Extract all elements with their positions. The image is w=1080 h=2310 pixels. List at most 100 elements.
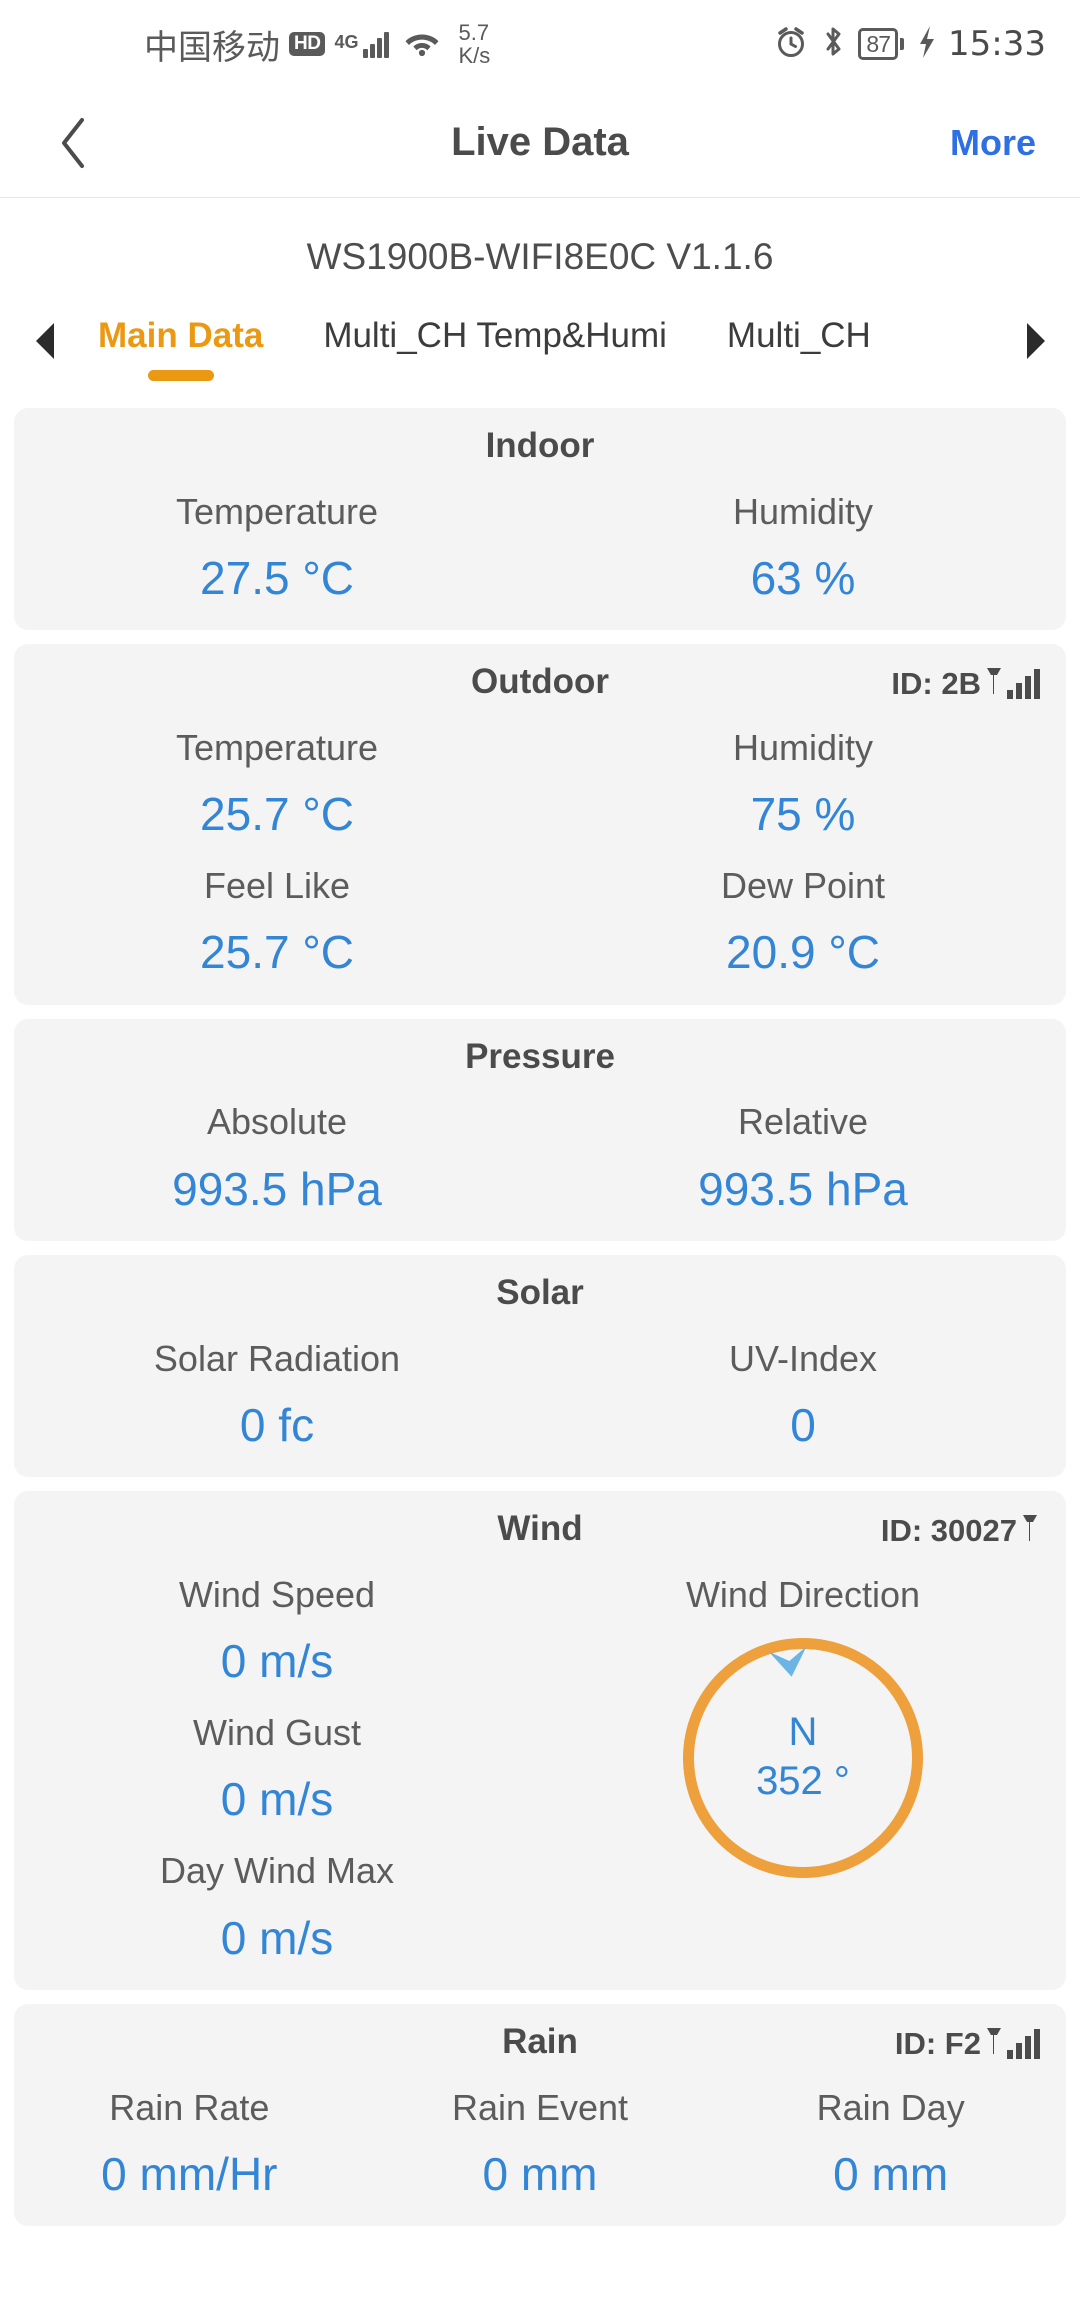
antenna-icon bbox=[984, 2024, 1004, 2064]
tab-multi-ch-temp-humi-label: Multi_CH Temp&Humi bbox=[323, 316, 667, 355]
metric-value: 20.9 °C bbox=[726, 926, 880, 979]
card-pressure-metrics: Absolute 993.5 hPa Relative 993.5 hPa bbox=[14, 1078, 1066, 1216]
device-name-label: WS1900B-WIFI8E0C V1.1.6 bbox=[306, 236, 774, 277]
alarm-clock-icon bbox=[774, 25, 808, 64]
tab-scroll-right-button[interactable] bbox=[1012, 308, 1058, 362]
status-bar-right: 87 15:33 bbox=[774, 24, 1046, 65]
metric-value: 0 fc bbox=[239, 1398, 315, 1451]
compass-readout: N 352 ° bbox=[683, 1711, 923, 1805]
hd-badge-icon: HD bbox=[289, 32, 326, 56]
tab-inactive-indicator bbox=[462, 370, 528, 381]
metric-rain-event: Rain Event 0 mm bbox=[365, 2064, 716, 2202]
metric-label: Rain Day bbox=[816, 2086, 965, 2128]
metric-label: Day Wind Max bbox=[159, 1850, 395, 1892]
wind-direction-degrees: 352 ° bbox=[756, 1758, 850, 1803]
tab-multi-ch-temp-humi[interactable]: Multi_CH Temp&Humi bbox=[293, 308, 697, 381]
back-button[interactable] bbox=[44, 113, 104, 173]
metric-pressure-absolute: Absolute 993.5 hPa bbox=[14, 1078, 540, 1216]
metric-label: Solar Radiation bbox=[153, 1337, 401, 1379]
metric-label: Absolute bbox=[206, 1101, 348, 1143]
metric-label: Temperature bbox=[175, 490, 379, 532]
metric-outdoor-humidity: Humidity 75 % bbox=[540, 704, 1066, 842]
sensor-signal-icon bbox=[1007, 669, 1040, 700]
page-title: Live Data bbox=[451, 120, 629, 164]
metric-label: Feel Like bbox=[203, 865, 351, 907]
triangle-left-icon bbox=[36, 323, 54, 359]
card-solar-metrics: Solar Radiation 0 fc UV-Index 0 bbox=[14, 1315, 1066, 1453]
wind-direction-label: Wind Direction bbox=[685, 1573, 921, 1615]
cellular-signal-icon bbox=[363, 30, 390, 58]
data-speed-unit: K/s bbox=[458, 43, 491, 68]
card-wind: Wind ID: 30027 Wind Speed 0 m/s Wind Gus… bbox=[14, 1490, 1066, 1990]
tab-active-indicator bbox=[147, 370, 214, 381]
battery-percent-label: 87 bbox=[858, 27, 899, 61]
card-outdoor: Outdoor ID: 2B Temperature 25.7 °C Humid… bbox=[14, 644, 1066, 1005]
card-outdoor-metrics-row-1: Temperature 25.7 °C Humidity 75 % bbox=[14, 704, 1066, 842]
metric-value: 0 bbox=[790, 1398, 816, 1451]
metric-rain-day: Rain Day 0 mm bbox=[715, 2064, 1066, 2202]
sensor-id-label: ID: 30027 bbox=[880, 1512, 1017, 1548]
chevron-left-icon bbox=[62, 117, 84, 168]
card-pressure: Pressure Absolute 993.5 hPa Relative 993… bbox=[14, 1018, 1066, 1241]
antenna-icon bbox=[984, 664, 1004, 704]
tab-main-data[interactable]: Main Data bbox=[68, 308, 293, 381]
metric-label: Wind Speed bbox=[178, 1573, 376, 1615]
metric-uv-index: UV-Index 0 bbox=[540, 1315, 1066, 1453]
metric-value: 63 % bbox=[750, 551, 856, 604]
battery-tip bbox=[900, 37, 905, 50]
card-rain: Rain ID: F2 Rain Rate 0 mm/Hr Rain Event… bbox=[14, 2003, 1066, 2226]
metric-label: Relative bbox=[737, 1101, 869, 1143]
clock-time-label: 15:33 bbox=[948, 24, 1046, 64]
metric-indoor-humidity: Humidity 63 % bbox=[540, 468, 1066, 606]
metric-value: 0 m/s bbox=[220, 1773, 334, 1826]
tab-list: Main Data Multi_CH Temp&Humi Multi_CH bbox=[68, 308, 1012, 408]
triangle-right-icon bbox=[1027, 323, 1045, 359]
status-bar-left: 中国移动 HD 4G 5.7 K/s bbox=[144, 20, 490, 69]
sensor-id-label: ID: F2 bbox=[894, 2025, 981, 2061]
card-wind-metrics: Wind Speed 0 m/s Wind Gust 0 m/s Day Win… bbox=[14, 1551, 540, 1966]
card-rain-sensor-id: ID: F2 bbox=[895, 2024, 1040, 2064]
charging-bolt-icon bbox=[916, 24, 938, 65]
metric-value: 0 m/s bbox=[220, 1911, 334, 1964]
metric-label: Humidity bbox=[732, 726, 874, 768]
metric-rain-rate: Rain Rate 0 mm/Hr bbox=[14, 2064, 365, 2202]
card-wind-body: Wind Speed 0 m/s Wind Gust 0 m/s Day Win… bbox=[14, 1551, 1066, 1966]
carrier-label: 中国移动 bbox=[144, 27, 280, 68]
card-indoor: Indoor Temperature 27.5 °C Humidity 63 % bbox=[14, 408, 1066, 631]
tab-multi-ch-label: Multi_CH bbox=[726, 316, 871, 355]
data-speed-indicator: 5.7 K/s bbox=[458, 21, 490, 67]
antenna-icon bbox=[1020, 1511, 1040, 1551]
tab-scroll-left-button[interactable] bbox=[22, 308, 68, 362]
metric-label: Rain Rate bbox=[109, 2086, 270, 2128]
metric-label: Temperature bbox=[175, 726, 379, 768]
sensor-id-label: ID: 2B bbox=[891, 666, 981, 702]
tab-bar: Main Data Multi_CH Temp&Humi Multi_CH bbox=[0, 308, 1080, 408]
tab-main-data-label: Main Data bbox=[98, 316, 264, 355]
wind-direction-section: Wind Direction N 352 ° bbox=[540, 1551, 1066, 1878]
compass-wrapper: N 352 ° bbox=[540, 1637, 1066, 1878]
tab-multi-ch[interactable]: Multi_CH bbox=[697, 308, 901, 381]
card-outdoor-sensor-id: ID: 2B bbox=[891, 664, 1040, 704]
metric-value: 25.7 °C bbox=[200, 788, 354, 841]
metric-value: 25.7 °C bbox=[200, 926, 354, 979]
wind-direction-cardinal: N bbox=[788, 1709, 818, 1754]
metric-label: Rain Event bbox=[451, 2086, 629, 2128]
card-solar-title: Solar bbox=[496, 1272, 584, 1312]
metric-label: Dew Point bbox=[720, 865, 886, 907]
metric-outdoor-temperature: Temperature 25.7 °C bbox=[14, 704, 540, 842]
card-pressure-title: Pressure bbox=[465, 1036, 615, 1076]
status-bar: 中国移动 HD 4G 5.7 K/s 87 15:33 bbox=[0, 0, 1080, 88]
metric-label: Wind Gust bbox=[192, 1712, 362, 1753]
metric-outdoor-dew-point: Dew Point 20.9 °C bbox=[540, 842, 1066, 980]
metric-value: 993.5 hPa bbox=[698, 1162, 908, 1215]
card-solar: Solar Solar Radiation 0 fc UV-Index 0 bbox=[14, 1254, 1066, 1477]
metric-label: UV-Index bbox=[728, 1337, 878, 1379]
metric-value: 0 m/s bbox=[220, 1634, 334, 1687]
network-type-label: 4G bbox=[334, 31, 359, 52]
card-indoor-metrics: Temperature 27.5 °C Humidity 63 % bbox=[14, 468, 1066, 606]
metric-label: Humidity bbox=[732, 490, 874, 532]
metric-pressure-relative: Relative 993.5 hPa bbox=[540, 1078, 1066, 1216]
card-outdoor-metrics-row-2: Feel Like 25.7 °C Dew Point 20.9 °C bbox=[14, 842, 1066, 980]
more-button[interactable]: More bbox=[950, 122, 1036, 164]
card-rain-metrics: Rain Rate 0 mm/Hr Rain Event 0 mm Rain D… bbox=[14, 2064, 1066, 2202]
